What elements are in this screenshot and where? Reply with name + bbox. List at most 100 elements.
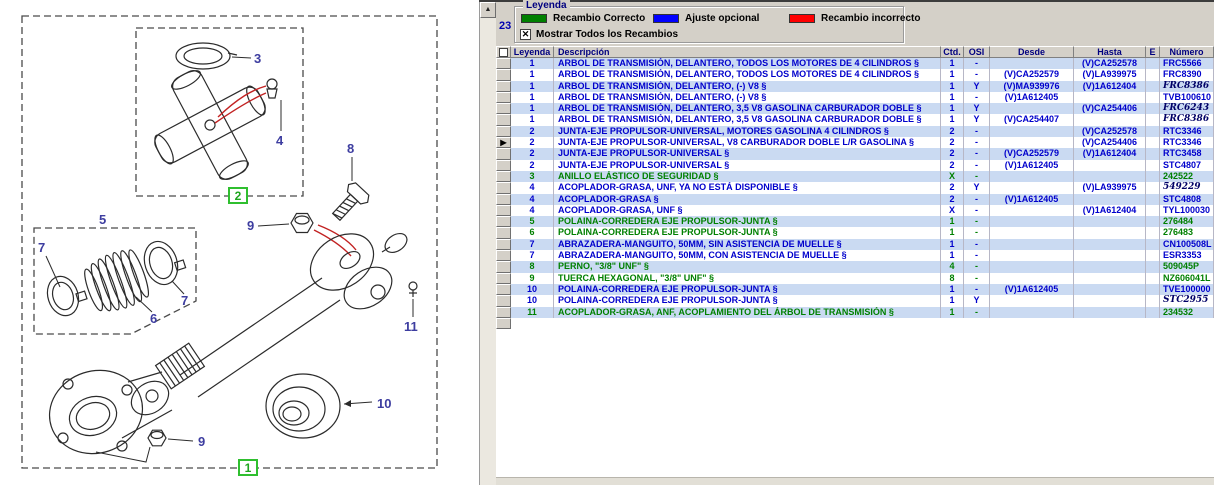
cell-leyenda[interactable]: 10 (511, 284, 554, 295)
cell-leyenda[interactable]: 7 (511, 239, 554, 250)
cell-numero[interactable]: TVE100000 (1160, 284, 1214, 295)
cell-ctd[interactable]: 2 (941, 194, 964, 205)
cell-ctd[interactable]: 2 (941, 148, 964, 159)
cell-osi[interactable]: - (964, 284, 990, 295)
cell-desde[interactable] (990, 295, 1074, 306)
cell-e[interactable] (1146, 216, 1160, 227)
cell-hasta[interactable]: (V)1A612404 (1074, 205, 1146, 216)
cell-desde[interactable]: (V)1A612405 (990, 92, 1074, 103)
col-header-osi[interactable]: OSI (964, 46, 990, 58)
cell-e[interactable] (1146, 160, 1160, 171)
cell-osi[interactable]: - (964, 239, 990, 250)
cell-numero[interactable]: STC4808 (1160, 194, 1214, 205)
cell-desde[interactable]: (V)CA252579 (990, 69, 1074, 80)
cell-osi[interactable]: Y (964, 182, 990, 193)
cell-desde[interactable] (990, 307, 1074, 318)
row-selector[interactable] (496, 103, 511, 114)
cell-hasta[interactable]: (V)LA939975 (1074, 69, 1146, 80)
cell-e[interactable] (1146, 194, 1160, 205)
cell-numero[interactable]: 242522 (1160, 171, 1214, 182)
cell-leyenda[interactable]: 1 (511, 58, 554, 69)
cell-desde[interactable] (990, 250, 1074, 261)
cell-ctd[interactable]: 2 (941, 137, 964, 148)
cell-descripcion[interactable]: POLAINA-CORREDERA EJE PROPULSOR-JUNTA § (554, 227, 941, 238)
cell-ctd[interactable]: 1 (941, 103, 964, 114)
cell-hasta[interactable] (1074, 284, 1146, 295)
cell-ctd[interactable]: 1 (941, 81, 964, 92)
row-selector[interactable] (496, 182, 511, 193)
cell-numero[interactable]: TVB100610 (1160, 92, 1214, 103)
cell-desde[interactable] (990, 182, 1074, 193)
row-selector[interactable] (496, 171, 511, 182)
cell-hasta[interactable] (1074, 239, 1146, 250)
row-selector[interactable] (496, 194, 511, 205)
select-all-cell[interactable] (496, 46, 511, 58)
cell-e[interactable] (1146, 205, 1160, 216)
cell-ctd[interactable]: 8 (941, 273, 964, 284)
cell-hasta[interactable] (1074, 250, 1146, 261)
cell-leyenda[interactable]: 6 (511, 227, 554, 238)
cell-ctd[interactable]: 1 (941, 114, 964, 125)
cell-leyenda[interactable]: 4 (511, 182, 554, 193)
cell-numero[interactable]: STC2955 (1160, 295, 1214, 306)
cell-hasta[interactable]: (V)1A612404 (1074, 81, 1146, 92)
cell-descripcion[interactable]: JUNTA-EJE PROPULSOR-UNIVERSAL § (554, 148, 941, 159)
cell-desde[interactable] (990, 261, 1074, 272)
cell-desde[interactable]: (V)CA254407 (990, 114, 1074, 125)
cell-osi[interactable]: Y (964, 103, 990, 114)
cell-desde[interactable] (990, 205, 1074, 216)
cell-leyenda[interactable]: 3 (511, 171, 554, 182)
cell-descripcion[interactable]: ARBOL DE TRANSMISIÓN, DELANTERO, 3,5 V8 … (554, 114, 941, 125)
cell-osi[interactable]: - (964, 92, 990, 103)
cell-numero[interactable]: 234532 (1160, 307, 1214, 318)
cell-descripcion[interactable]: ACOPLADOR-GRASA, UNF § (554, 205, 941, 216)
cell-ctd[interactable]: 1 (941, 307, 964, 318)
cell-desde[interactable]: (V)MA939976 (990, 81, 1074, 92)
cell-numero[interactable]: RTC3346 (1160, 126, 1214, 137)
cell-hasta[interactable] (1074, 216, 1146, 227)
cell-e[interactable] (1146, 261, 1160, 272)
row-selector[interactable] (496, 295, 511, 306)
cell-e[interactable] (1146, 69, 1160, 80)
cell-desde[interactable]: (V)1A612405 (990, 284, 1074, 295)
cell-numero[interactable]: FRC8386 (1160, 81, 1214, 92)
col-header-numero[interactable]: Número (1160, 46, 1214, 58)
cell-descripcion[interactable]: ARBOL DE TRANSMISIÓN, DELANTERO, TODOS L… (554, 69, 941, 80)
cell-leyenda[interactable]: 1 (511, 103, 554, 114)
cell-descripcion[interactable]: ANILLO ELÁSTICO DE SEGURIDAD § (554, 171, 941, 182)
cell-desde[interactable]: (V)1A612405 (990, 194, 1074, 205)
cell-numero[interactable]: TYL100030 (1160, 205, 1214, 216)
cell-desde[interactable]: (V)1A612405 (990, 160, 1074, 171)
cell-descripcion[interactable]: ARBOL DE TRANSMISIÓN, DELANTERO, 3,5 V8 … (554, 103, 941, 114)
cell-osi[interactable]: - (964, 194, 990, 205)
cell-desde[interactable] (990, 103, 1074, 114)
cell-hasta[interactable] (1074, 160, 1146, 171)
cell-leyenda[interactable]: 1 (511, 81, 554, 92)
cell-numero[interactable]: FRC8390 (1160, 69, 1214, 80)
row-selector[interactable]: ▶ (496, 137, 511, 148)
cell-osi[interactable]: - (964, 171, 990, 182)
cell-osi[interactable]: - (964, 227, 990, 238)
cell-e[interactable] (1146, 92, 1160, 103)
cell-e[interactable] (1146, 182, 1160, 193)
cell-hasta[interactable] (1074, 307, 1146, 318)
cell-descripcion[interactable]: JUNTA-EJE PROPULSOR-UNIVERSAL § (554, 160, 941, 171)
cell-osi[interactable]: - (964, 307, 990, 318)
cell-e[interactable] (1146, 103, 1160, 114)
cell-descripcion[interactable]: JUNTA-EJE PROPULSOR-UNIVERSAL, V8 CARBUR… (554, 137, 941, 148)
cell-e[interactable] (1146, 250, 1160, 261)
cell-ctd[interactable]: 1 (941, 227, 964, 238)
row-selector[interactable] (496, 92, 511, 103)
cell-e[interactable] (1146, 284, 1160, 295)
row-selector[interactable] (496, 284, 511, 295)
cell-ctd[interactable]: 1 (941, 216, 964, 227)
cell-osi[interactable]: - (964, 205, 990, 216)
cell-osi[interactable]: - (964, 148, 990, 159)
cell-numero[interactable]: FRC6243 (1160, 103, 1214, 114)
cell-numero[interactable]: RTC3458 (1160, 148, 1214, 159)
cell-numero[interactable]: CN100508L (1160, 239, 1214, 250)
cell-desde[interactable] (990, 227, 1074, 238)
cell-descripcion[interactable]: ACOPLADOR-GRASA § (554, 194, 941, 205)
cell-ctd[interactable]: 1 (941, 284, 964, 295)
cell-descripcion[interactable]: POLAINA-CORREDERA EJE PROPULSOR-JUNTA § (554, 216, 941, 227)
